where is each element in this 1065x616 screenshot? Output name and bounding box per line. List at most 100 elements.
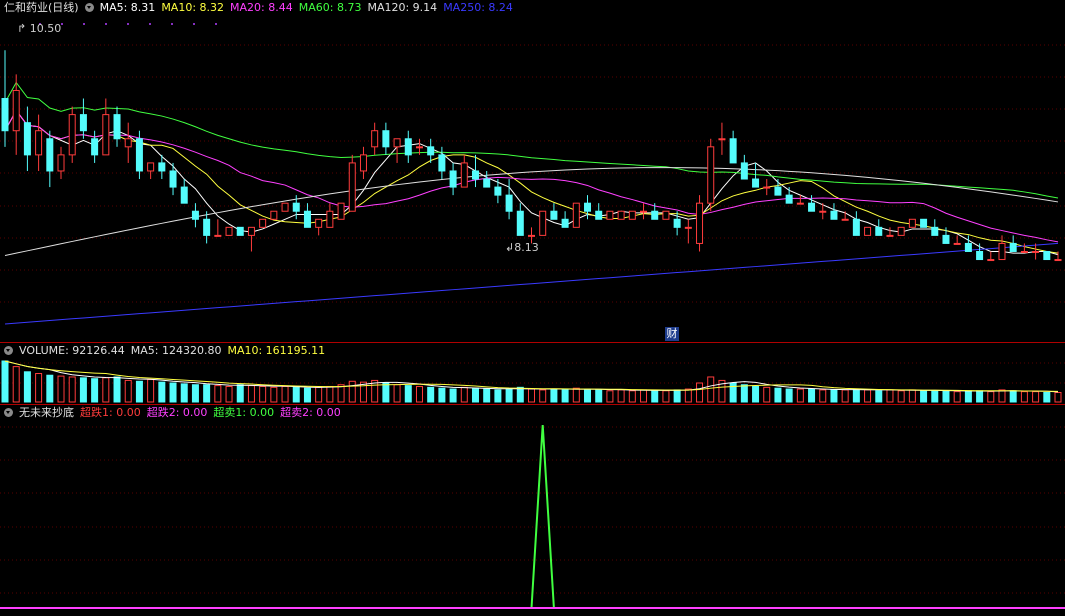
candle-body [259, 218, 267, 228]
volume-bar [147, 379, 155, 403]
candle-body [942, 234, 950, 244]
marker-dot [61, 23, 63, 25]
candle-body [113, 114, 121, 140]
volume-bar [651, 390, 659, 403]
marker-dot [127, 23, 129, 25]
candle [1020, 243, 1028, 253]
volume-bar [91, 378, 99, 403]
candle [886, 227, 894, 237]
candle [729, 130, 737, 164]
marker-dot [149, 23, 151, 25]
volume-bar [640, 389, 648, 403]
candle-body [920, 218, 928, 228]
volume-bar [841, 389, 849, 403]
volume-bar [808, 388, 816, 403]
candle-body [584, 202, 592, 212]
volume-bar [23, 371, 31, 403]
candle [371, 122, 379, 155]
candle-body [841, 218, 849, 221]
candle-body [427, 146, 435, 156]
candle-body [91, 138, 99, 156]
candle [393, 138, 401, 163]
candle-body [875, 226, 883, 236]
volume-bar [864, 389, 872, 403]
volume-bar [852, 388, 860, 403]
volume-bar [438, 387, 446, 403]
candle [91, 130, 99, 163]
volume-bar [427, 386, 435, 403]
volume-bar [953, 391, 961, 403]
candle [864, 226, 872, 236]
candle-body [191, 210, 199, 220]
volume-bar [931, 390, 939, 403]
volume-bar [471, 387, 479, 403]
candle-body [752, 178, 760, 188]
candle-body [561, 218, 569, 228]
candle-body [124, 138, 132, 148]
candle-body [976, 250, 984, 261]
candle-body [718, 138, 726, 141]
candle [303, 203, 311, 228]
candle [516, 203, 524, 236]
marker-dot [215, 23, 217, 25]
marker-dot [171, 23, 173, 25]
candle [102, 98, 110, 156]
volume-bar [998, 389, 1006, 403]
candle-body [886, 234, 894, 237]
candle-body [595, 210, 603, 220]
volume-bar [539, 389, 547, 403]
volume-bar [169, 382, 177, 403]
volume-bar [113, 376, 121, 403]
volume-bar [550, 388, 558, 403]
candle [953, 235, 961, 245]
candle [561, 211, 569, 228]
volume-bar [964, 390, 972, 403]
candle [180, 179, 188, 204]
candle-body [404, 138, 412, 156]
candle-body [998, 242, 1006, 261]
candle [1, 50, 9, 147]
volume-bar [12, 366, 20, 403]
volume-bar [494, 389, 502, 403]
volume-bar [628, 390, 636, 403]
candle-body [158, 162, 166, 172]
candle [35, 114, 43, 171]
marker-dot [193, 23, 195, 25]
candle [617, 210, 625, 220]
candle [438, 146, 446, 180]
event-badge[interactable]: 财 [665, 327, 679, 341]
volume-bar [203, 384, 211, 403]
candle-body [864, 226, 872, 236]
volume-bar [214, 385, 222, 403]
low-marker: ↲8.13 [505, 241, 539, 254]
candle [337, 202, 345, 220]
candle-body [651, 210, 659, 220]
candle [998, 235, 1006, 261]
volume-bar [393, 384, 401, 403]
volume-bar [785, 388, 793, 403]
candle [684, 219, 692, 244]
volume-bar [180, 383, 188, 403]
volume-bar [315, 386, 323, 403]
candle-body [785, 194, 793, 204]
candle [628, 210, 636, 220]
volume-bar [259, 385, 267, 403]
candle-body [796, 202, 804, 205]
candle [920, 218, 928, 228]
candle-body [1043, 250, 1051, 261]
candle-body [303, 210, 311, 228]
candle [964, 235, 972, 252]
candle-body [931, 226, 939, 236]
candle-body [393, 138, 401, 148]
marker-dot [105, 23, 107, 25]
candle-body [214, 234, 222, 237]
candle-body [471, 170, 479, 180]
volume-bar [35, 373, 43, 403]
candle-body [1, 98, 9, 132]
candle [1032, 243, 1040, 260]
candle-body [225, 226, 233, 236]
candle-body [740, 162, 748, 180]
candle-body [135, 138, 143, 172]
candle [852, 211, 860, 236]
candle [79, 98, 87, 139]
